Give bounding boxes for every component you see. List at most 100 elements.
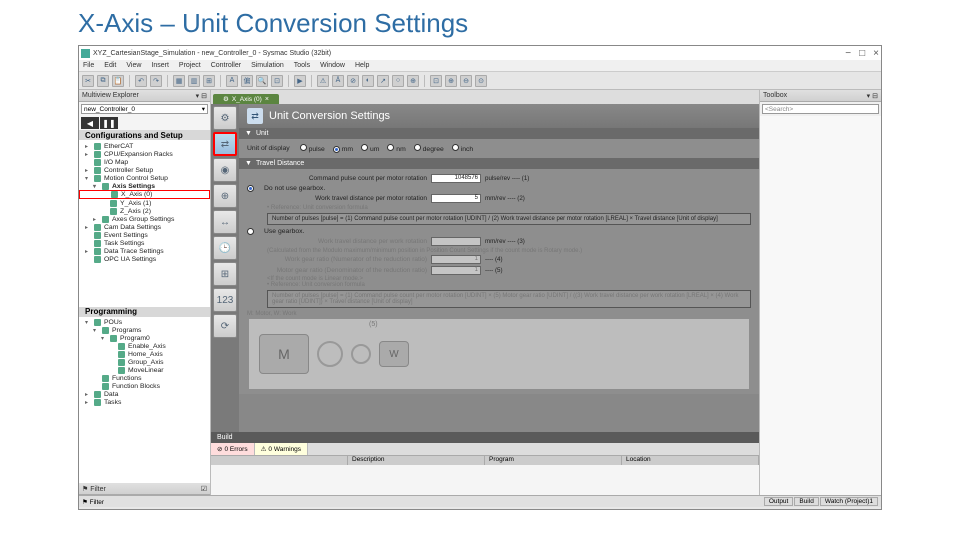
build-header[interactable]: Build [211, 432, 759, 443]
tree-item[interactable]: Enable_Axis [79, 343, 210, 351]
tree-item[interactable]: ▸Cam Data Settings [79, 223, 210, 231]
tool-zoom-in-icon[interactable]: ⊕ [445, 75, 457, 87]
tool-search-icon[interactable]: 🔍 [256, 75, 268, 87]
status-tab[interactable]: Watch (Project)1 [820, 497, 878, 506]
tool-icon[interactable]: ⊙ [475, 75, 487, 87]
nav-operation-icon[interactable]: ◉ [213, 158, 237, 182]
tree-item[interactable]: ▾Motion Control Setup [79, 174, 210, 182]
menu-window[interactable]: Window [320, 62, 345, 69]
tool-undo-icon[interactable]: ↶ [135, 75, 147, 87]
nav-clock-icon[interactable]: 🕒 [213, 236, 237, 260]
tool-zoom-out-icon[interactable]: ⊖ [460, 75, 472, 87]
tool-copy-icon[interactable]: ⧉ [97, 75, 109, 87]
tool-run-icon[interactable]: A [226, 75, 238, 87]
tree-item[interactable]: I/O Map [79, 158, 210, 166]
tool-redo-icon[interactable]: ↷ [150, 75, 162, 87]
menu-controller[interactable]: Controller [211, 62, 241, 69]
tree-section-config[interactable]: Configurations and Setup [79, 130, 210, 140]
menu-file[interactable]: File [83, 62, 94, 69]
tree-item[interactable]: ▸EtherCAT [79, 142, 210, 150]
tree-item[interactable]: ▸Controller Setup [79, 166, 210, 174]
tab-x-axis[interactable]: ⚙ X_Axis (0) × [213, 94, 279, 104]
nav-unit-conversion-icon[interactable]: ⇄ [213, 132, 237, 156]
tool-icon[interactable]: ○ [392, 75, 404, 87]
cmd-pulse-input[interactable]: 1048576 [431, 174, 481, 183]
travel-section-bar[interactable]: ▼ Travel Distance [239, 158, 759, 169]
radio-use-gearbox[interactable] [247, 228, 254, 235]
menu-tools[interactable]: Tools [294, 62, 310, 69]
nav-position-icon[interactable]: 123 [213, 288, 237, 312]
menu-insert[interactable]: Insert [151, 62, 169, 69]
tree-item[interactable]: Home_Axis [79, 351, 210, 359]
minimize-button[interactable]: − [845, 48, 851, 59]
menu-help[interactable]: Help [355, 62, 369, 69]
nav-pause-button[interactable]: ❚❚ [100, 117, 118, 129]
menu-simulation[interactable]: Simulation [251, 62, 284, 69]
tree-item[interactable]: ▸CPU/Expansion Racks [79, 150, 210, 158]
unit-section-bar[interactable]: ▼ Unit [239, 128, 759, 139]
tool-icon[interactable]: ⊕ [407, 75, 419, 87]
tool-icon[interactable]: ▥ [188, 75, 200, 87]
unit-option-inch[interactable]: inch [452, 146, 473, 153]
nav-limit-icon[interactable]: ↔ [213, 210, 237, 234]
filter-bar[interactable]: ⚑ Filter☑ [79, 483, 210, 495]
tree-item[interactable]: X_Axis (0) [79, 190, 210, 199]
tool-paste-icon[interactable]: 📋 [112, 75, 124, 87]
tool-icon[interactable]: ⊘ [347, 75, 359, 87]
tree-item[interactable]: ▾Program0 [79, 335, 210, 343]
tree-item[interactable]: ▸Tasks [79, 399, 210, 407]
nav-servo-icon[interactable]: ⟳ [213, 314, 237, 338]
toolbox-search[interactable]: <Search> [762, 104, 879, 114]
tool-cut-icon[interactable]: ✂ [82, 75, 94, 87]
unit-option-degree[interactable]: degree [414, 146, 444, 153]
menu-edit[interactable]: Edit [104, 62, 116, 69]
tree-item[interactable]: Y_Axis (1) [79, 199, 210, 207]
menu-project[interactable]: Project [179, 62, 201, 69]
tree-item[interactable]: ▸Axes Group Settings [79, 215, 210, 223]
tool-icon[interactable]: ▶ [294, 75, 306, 87]
nav-axis-basic-icon[interactable]: ⚙ [213, 106, 237, 130]
tool-icon[interactable]: ▦ [173, 75, 185, 87]
menu-view[interactable]: View [126, 62, 141, 69]
panel-pin-icon[interactable]: ▾ ⊟ [196, 92, 207, 100]
tool-icon[interactable]: Ä [332, 75, 344, 87]
work-travel-input[interactable]: 5 [431, 194, 481, 203]
tree-item[interactable]: Task Settings [79, 239, 210, 247]
tree-item[interactable]: ▸Data [79, 391, 210, 399]
tool-zoom-fit-icon[interactable]: ⊡ [430, 75, 442, 87]
maximize-button[interactable]: □ [859, 48, 865, 59]
tree-item[interactable]: Event Settings [79, 231, 210, 239]
menubar[interactable]: File Edit View Insert Project Controller Simul… [79, 60, 881, 72]
tool-icon[interactable]: ◐ [362, 75, 374, 87]
tree-item[interactable]: Z_Axis (2) [79, 207, 210, 215]
tree-section-programming[interactable]: Programming [79, 307, 210, 317]
errors-tab[interactable]: ⊘ 0 Errors [211, 443, 255, 455]
tool-icon[interactable]: ⊡ [271, 75, 283, 87]
unit-option-mm[interactable]: mm [333, 146, 353, 153]
tab-close-icon[interactable]: × [265, 96, 269, 103]
nav-other-icon[interactable]: ⊕ [213, 184, 237, 208]
tree-item[interactable]: Function Blocks [79, 383, 210, 391]
tree-item[interactable]: ▸Data Trace Settings [79, 247, 210, 255]
radio-no-gearbox[interactable] [247, 185, 254, 192]
nav-back-button[interactable]: ◀ [81, 117, 99, 129]
tree-item[interactable]: Group_Axis [79, 359, 210, 367]
unit-option-nm[interactable]: nm [387, 146, 405, 153]
warnings-tab[interactable]: ⚠ 0 Warnings [255, 443, 308, 455]
tree-item[interactable]: Functions [79, 375, 210, 383]
controller-select[interactable]: new_Controller_0▾ [81, 104, 208, 114]
tool-warn-icon[interactable]: ⚠ [317, 75, 329, 87]
tool-icon[interactable]: ↗ [377, 75, 389, 87]
tree-item[interactable]: ▾POUs [79, 319, 210, 327]
tree-item[interactable]: OPC UA Settings [79, 255, 210, 263]
unit-option-um[interactable]: um [361, 146, 379, 153]
close-button[interactable]: × [873, 48, 879, 59]
unit-option-pulse[interactable]: pulse [300, 146, 325, 153]
tool-icon[interactable]: ⊞ [203, 75, 215, 87]
tree-item[interactable]: ▾Axis Settings [79, 182, 210, 190]
tree-item[interactable]: MoveLinear [79, 367, 210, 375]
nav-homing-icon[interactable]: ⊞ [213, 262, 237, 286]
tree-item[interactable]: ▾Programs [79, 327, 210, 335]
tool-icon[interactable]: 偏 [241, 75, 253, 87]
status-tab[interactable]: Output [764, 497, 794, 506]
